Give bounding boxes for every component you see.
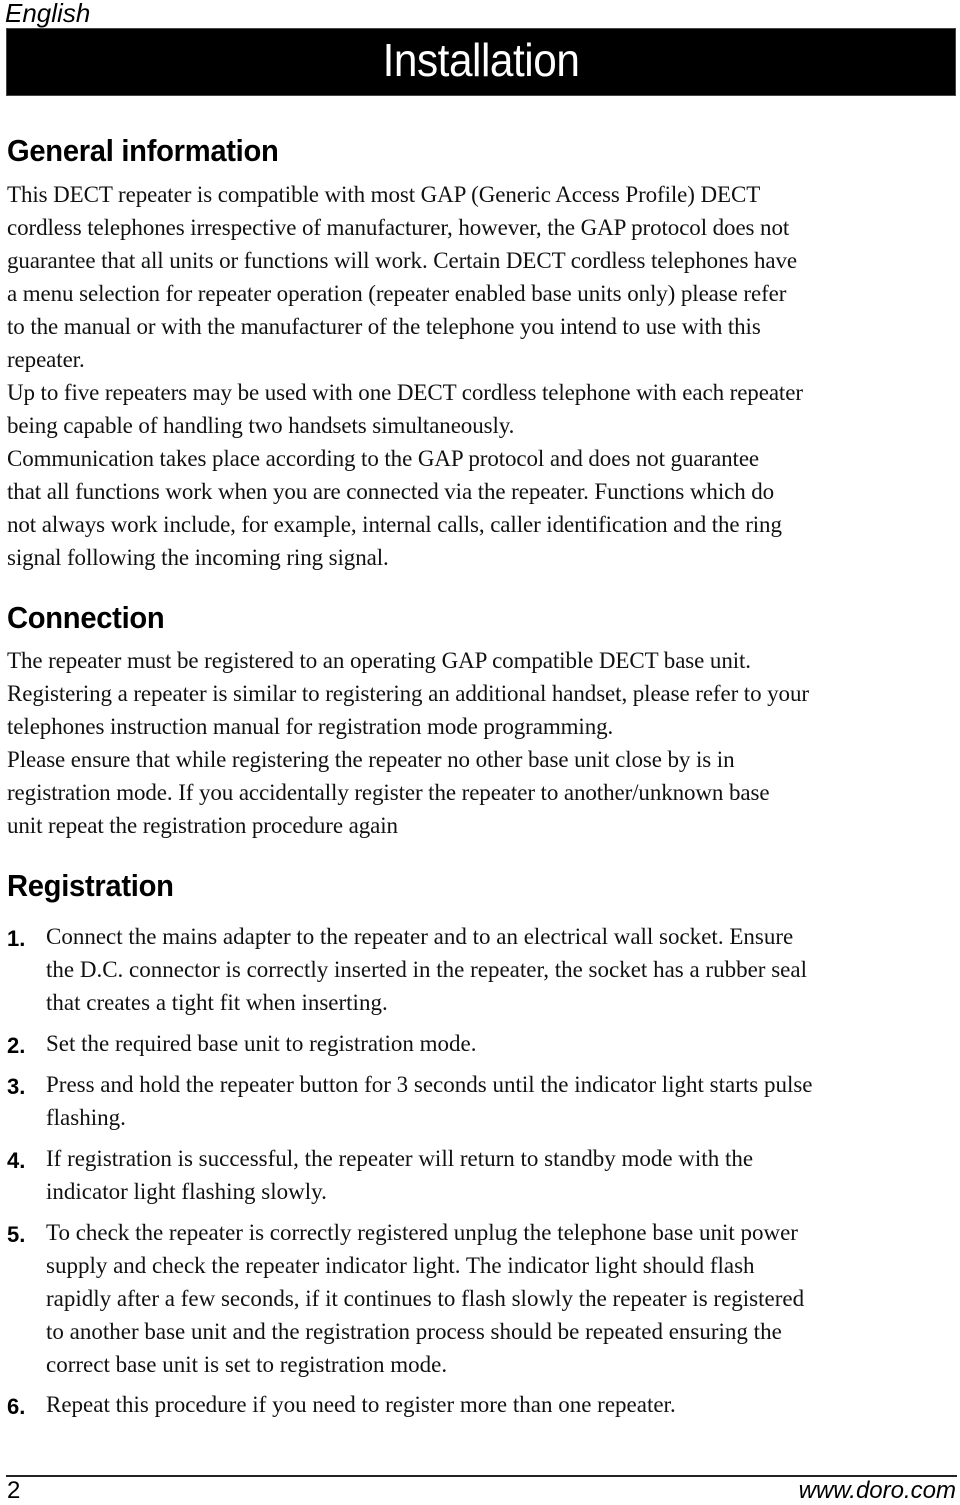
text-line: Up to five repeaters may be used with on…: [7, 380, 803, 405]
text-line: unit repeat the registration procedure a…: [7, 813, 398, 838]
section-heading-general: General information: [7, 133, 279, 168]
title-banner: Installation: [6, 28, 956, 96]
step-text-line: Press and hold the repeater button for 3…: [46, 1072, 813, 1097]
text-line: a menu selection for repeater operation …: [7, 281, 787, 306]
text-line: telephones instruction manual for regist…: [7, 714, 614, 739]
page-number: 2: [7, 1477, 21, 1504]
text-line: not always work include, for example, in…: [7, 512, 782, 537]
step-text-line: If registration is successful, the repea…: [46, 1146, 754, 1171]
page-title: Installation: [382, 34, 580, 86]
step-text-line: Set the required base unit to registrati…: [46, 1031, 477, 1056]
step-number: 3.: [7, 1074, 26, 1099]
section-heading-connection: Connection: [7, 600, 165, 635]
text-line: This DECT repeater is compatible with mo…: [7, 182, 761, 207]
text-line: registration mode. If you accidentally r…: [7, 780, 770, 805]
step-text-line: Repeat this procedure if you need to reg…: [46, 1392, 676, 1417]
step-text-line: to another base unit and the registratio…: [46, 1319, 782, 1344]
text-line: Communication takes place according to t…: [7, 446, 760, 471]
text-line: being capable of handling two handsets s…: [7, 413, 515, 438]
step-number: 1.: [7, 926, 26, 951]
text-line: cordless telephones irrespective of manu…: [7, 215, 790, 240]
step-text-line: Connect the mains adapter to the repeate…: [46, 924, 794, 949]
step-text-line: supply and check the repeater indicator …: [46, 1253, 755, 1278]
step-text-line: flashing.: [46, 1105, 126, 1130]
step-text-line: rapidly after a few seconds, if it conti…: [46, 1286, 805, 1311]
language-label: English: [5, 0, 91, 28]
section-heading-registration: Registration: [7, 868, 174, 903]
step-text-line: correct base unit is set to registration…: [46, 1352, 448, 1377]
step-number: 4.: [7, 1148, 26, 1173]
text-line: signal following the incoming ring signa…: [7, 545, 389, 570]
step-number: 6.: [7, 1394, 26, 1419]
text-line: to the manual or with the manufacturer o…: [7, 314, 761, 339]
step-text-line: the D.C. connector is correctly inserted…: [46, 957, 807, 982]
text-line: Registering a repeater is similar to reg…: [7, 681, 809, 706]
step-text-line: indicator light flashing slowly.: [46, 1179, 327, 1204]
step-text-line: To check the repeater is correctly regis…: [46, 1220, 798, 1245]
text-line: The repeater must be registered to an op…: [7, 648, 751, 673]
text-line: Please ensure that while registering the…: [7, 747, 735, 772]
step-text-line: that creates a tight fit when inserting.: [46, 990, 388, 1015]
text-line: repeater.: [7, 347, 85, 372]
website-link[interactable]: www.doro.com: [799, 1477, 956, 1505]
text-line: guarantee that all units or functions wi…: [7, 248, 798, 273]
text-line: that all functions work when you are con…: [7, 479, 775, 504]
step-number: 2.: [7, 1033, 26, 1058]
step-number: 5.: [7, 1222, 26, 1247]
